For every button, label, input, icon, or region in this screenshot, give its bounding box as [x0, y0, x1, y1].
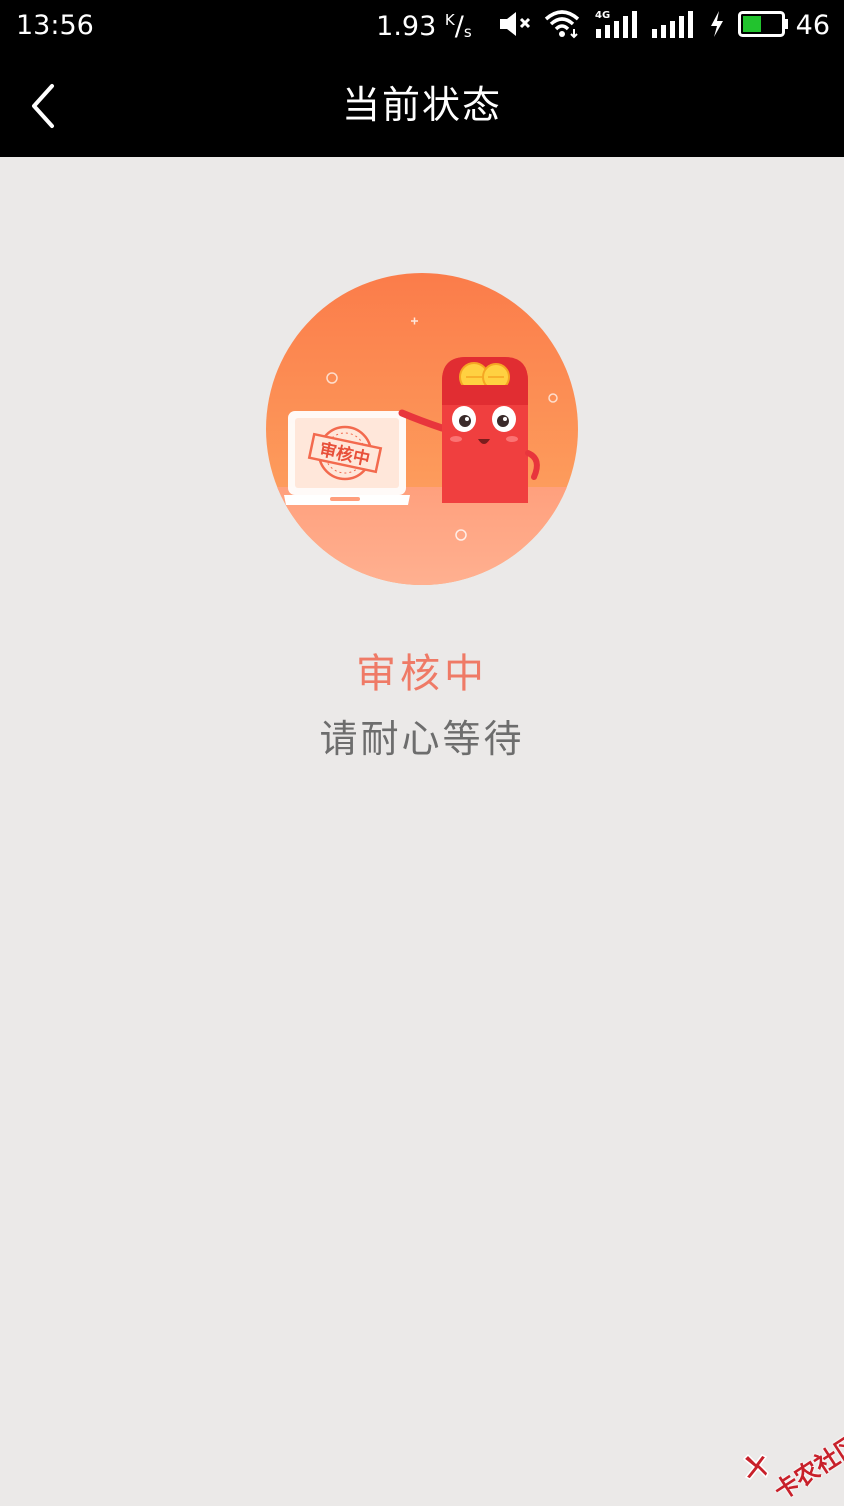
- signal-icon: [650, 9, 696, 43]
- status-bar: 13:56 1.93 K/s 4G 46: [0, 0, 844, 52]
- watermark-icon: [742, 1453, 769, 1480]
- network-type-label: 4G: [595, 10, 610, 21]
- nav-bar: 当前状态: [0, 52, 844, 157]
- review-illustration: 审核中: [266, 273, 578, 585]
- network-speed-unit-bottom: s: [463, 23, 472, 41]
- network-speed-value: 1.93: [376, 11, 437, 42]
- network-speed: 1.93 K/s: [376, 11, 472, 42]
- status-icons: 1.93 K/s 4G 46: [376, 8, 830, 44]
- battery-icon: [737, 10, 790, 42]
- review-status: 审核中: [356, 651, 488, 697]
- watermark-logo: 卡农社区: [738, 1405, 844, 1506]
- signal-4g-icon: 4G: [594, 9, 638, 43]
- battery-percent: 46: [795, 10, 830, 41]
- network-speed-unit-top: K: [444, 11, 455, 29]
- review-message: 请耐心等待: [319, 717, 525, 761]
- status-time: 13:56: [16, 10, 94, 41]
- page-title: 当前状态: [341, 83, 502, 127]
- charging-icon: [708, 10, 726, 42]
- wifi-icon: [544, 9, 582, 43]
- watermark-text: 卡农社区: [769, 1429, 844, 1506]
- mute-icon: [498, 10, 532, 42]
